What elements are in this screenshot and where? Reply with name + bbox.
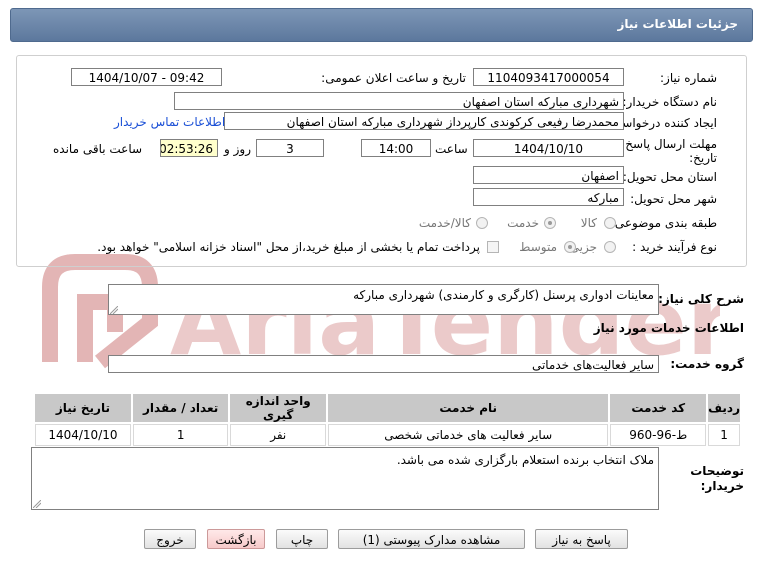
province-field: اصفهان xyxy=(473,166,624,184)
process-radio-medium[interactable] xyxy=(564,241,576,253)
need-details-panel xyxy=(16,55,747,267)
process-option-medium: متوسط xyxy=(519,240,557,254)
page-title: جزئیات اطلاعات نیاز xyxy=(617,17,738,31)
buyer-notes-label-2: خریدار: xyxy=(700,479,744,493)
buyer-contact-link[interactable]: اطلاعات تماس خریدار xyxy=(114,115,225,129)
print-button[interactable]: چاپ xyxy=(276,529,328,549)
process-radio-minor[interactable] xyxy=(604,241,616,253)
buyer-org-label: نام دستگاه خریدار: xyxy=(622,95,718,109)
cell-unit: نفر xyxy=(230,424,327,446)
treasury-payment-checkbox[interactable] xyxy=(487,241,499,253)
resize-grip-icon[interactable] xyxy=(33,500,41,508)
page-header: جزئیات اطلاعات نیاز xyxy=(10,8,753,42)
deadline-time-label: ساعت xyxy=(435,142,468,156)
deadline-label-date: تاریخ: xyxy=(689,151,717,165)
days-label: روز و xyxy=(224,142,251,156)
category-radio-goods[interactable] xyxy=(604,217,616,229)
deadline-date-field: 1404/10/10 xyxy=(473,139,624,157)
city-field: مبارکه xyxy=(473,188,624,206)
creator-field: محمدرضا رفیعی کرکوندی کارپرداز شهرداری م… xyxy=(224,112,624,130)
back-button[interactable]: بازگشت xyxy=(207,529,265,549)
services-table: ردیف کد خدمت نام خدمت واحد اندازه گیری ت… xyxy=(33,392,742,448)
category-radio-goods-service[interactable] xyxy=(476,217,488,229)
remaining-days-field: 3 xyxy=(256,139,324,157)
buyer-notes-label: توضیحات xyxy=(690,464,744,478)
resize-grip-icon[interactable] xyxy=(110,306,118,314)
column-header-need-date: تاریخ نیاز xyxy=(35,394,131,422)
description-label: شرح کلی نیاز: xyxy=(658,292,744,306)
need-number-label: شماره نیاز: xyxy=(660,71,717,85)
category-option-goods: کالا xyxy=(580,216,597,230)
process-type-label: نوع فرآیند خرید : xyxy=(632,240,717,254)
table-row: 1 ط-96-960 سایر فعالیت های خدماتی شخصی ن… xyxy=(35,424,740,446)
view-attachments-button[interactable]: مشاهده مدارک پیوستی (1) xyxy=(338,529,525,549)
category-option-service: خدمت xyxy=(507,216,539,230)
category-label: طبقه بندی موضوعی: xyxy=(610,216,717,230)
cell-quantity: 1 xyxy=(132,424,229,446)
province-label: استان محل تحویل: xyxy=(622,170,717,184)
remaining-time-label: ساعت باقی مانده xyxy=(53,142,143,156)
column-header-quantity: تعداد / مقدار xyxy=(132,394,229,422)
category-radio-service[interactable] xyxy=(544,217,556,229)
announce-date-field: 1404/10/07 - 09:42 xyxy=(71,68,222,86)
treasury-payment-note: پرداخت تمام یا بخشی از مبلغ خرید،از محل … xyxy=(97,240,480,254)
services-section-title: اطلاعات خدمات مورد نیاز xyxy=(593,321,744,335)
reply-to-need-button[interactable]: پاسخ به نیاز xyxy=(535,529,628,549)
remaining-time-field: 02:53:26 xyxy=(160,139,218,157)
cell-row-number: 1 xyxy=(708,424,740,446)
need-number-field: 1104093417000054 xyxy=(473,68,624,86)
category-option-goods-service: کالا/خدمت xyxy=(418,216,471,230)
cell-service-name: سایر فعالیت های خدماتی شخصی xyxy=(328,424,609,446)
service-group-label: گروه خدمت: xyxy=(670,357,744,371)
service-group-field: سایر فعالیت‌های خدماتی xyxy=(108,355,659,373)
deadline-time-field: 14:00 xyxy=(361,139,431,157)
announce-date-label: تاریخ و ساعت اعلان عمومی: xyxy=(321,71,466,85)
exit-button[interactable]: خروج xyxy=(144,529,196,549)
column-header-unit: واحد اندازه گیری xyxy=(230,394,327,422)
city-label: شهر محل تحویل: xyxy=(630,192,717,206)
buyer-notes-field: ملاک انتخاب برنده استعلام بارگزاری شده م… xyxy=(31,447,659,510)
table-header-row: ردیف کد خدمت نام خدمت واحد اندازه گیری ت… xyxy=(35,394,740,422)
cell-need-date: 1404/10/10 xyxy=(35,424,131,446)
column-header-service-name: نام خدمت xyxy=(328,394,609,422)
column-header-row-number: ردیف xyxy=(708,394,740,422)
deadline-label: مهلت ارسال پاسخ: تا xyxy=(610,137,717,151)
buyer-org-field: شهرداری مبارکه استان اصفهان xyxy=(174,92,624,110)
cell-service-code: ط-96-960 xyxy=(610,424,707,446)
description-field: معاینات ادواری پرسنل (کارگری و کارمندی) … xyxy=(108,284,659,315)
column-header-service-code: کد خدمت xyxy=(610,394,707,422)
